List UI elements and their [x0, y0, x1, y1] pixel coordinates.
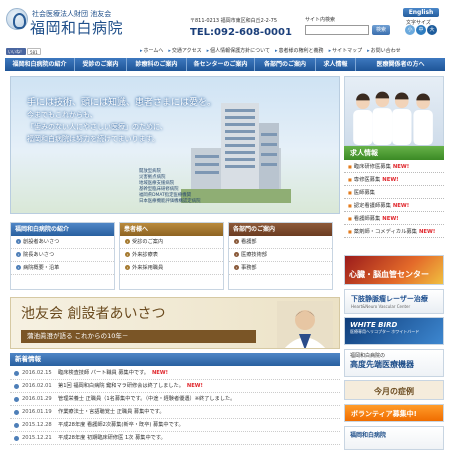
patients-box-title[interactable]: 患者様へ — [120, 223, 223, 236]
founder-title: 池友会 創設者あいさつ — [21, 306, 166, 322]
top-links: ホームへ交通アクセス個人情報保護方針について患者様の権利と義務サイトマップお問い… — [140, 47, 406, 54]
intro-box: 福岡和白病院の紹介 創設者あいさつ 院長あいさつ 病院概要・沿革 — [10, 222, 115, 290]
link-hospital-overview[interactable]: 病院概要・沿革 — [11, 262, 114, 275]
search-label: サイト内検索 — [305, 17, 336, 23]
nav-departments[interactable]: 診療科のご案内 — [127, 58, 187, 71]
recruit-item-doctor[interactable]: 医師募集 — [344, 186, 444, 199]
recruit-list: 臨床研修医募集NEW! 専修医募集NEW! 医師募集 認定看護師募集NEW! 看… — [344, 160, 444, 238]
nurses-photo — [344, 76, 444, 146]
nav-recruit[interactable]: 求人情報 — [316, 58, 356, 71]
recruit-item-pharmacist[interactable]: 薬剤師・コメディカル募集NEW! — [344, 225, 444, 238]
link-director-greeting[interactable]: 院長あいさつ — [11, 249, 114, 262]
news-list: 2016.02.15 臨床検査技師 パート職員 募集中です。 NEW! 2016.0… — [10, 367, 340, 445]
recruit-item-resident[interactable]: 臨床研修医募集NEW! — [344, 160, 444, 173]
hero-banner: 手には技術、頭には知識、患者さまには愛を。 今までもこれからも、 「歯みのない人… — [10, 76, 340, 214]
global-nav: 福岡和白病院の紹介 受診のご案内 診療科のご案内 各センターのご案内 各部門のご… — [5, 58, 445, 71]
news-item[interactable]: 2016.01.29 管理栄養士 正職員（1名募集中です。（中途・経験者優遇）※終… — [10, 393, 340, 406]
news-item[interactable]: 2016.01.19 作業療法士・言語聴覚士 正職員 募集中です。 — [10, 406, 340, 419]
news-item[interactable]: 2016.02.15 臨床検査技師 パート職員 募集中です。 NEW! — [10, 367, 340, 380]
search-button[interactable]: 検索 — [372, 25, 390, 35]
nav-hospital-intro[interactable]: 福岡和白病院の紹介 — [5, 58, 75, 71]
founder-subtitle: 蒲池眞澄が語る これからの10年－ — [21, 330, 256, 343]
news-item[interactable]: 2016.02.01 第1回 福岡和白病院 鍵和マラ研修会は終了しました。 NEW! — [10, 380, 340, 393]
font-size-medium-button[interactable]: 中 — [416, 25, 426, 35]
volunteer-banner[interactable]: ボランティア募集中! — [344, 404, 444, 422]
nav-medical-professionals[interactable]: 医療関係者の方へ — [356, 58, 445, 71]
toplink-access[interactable]: 交通アクセス — [168, 48, 201, 54]
nav-centers[interactable]: 各センターのご案内 — [187, 58, 255, 71]
link-founder-greeting[interactable]: 創設者あいさつ — [11, 236, 114, 249]
recruit-item-nurse[interactable]: 看護師募集NEW! — [344, 212, 444, 225]
sections-box: 各部門のご案内 看護部 医療技術部 事務部 — [228, 222, 333, 290]
link-consultation-guide[interactable]: 受診のご案内 — [120, 236, 223, 249]
medical-equipment-banner[interactable]: 福岡和白病院の 高度先端医療機器 — [344, 349, 444, 377]
sections-box-title[interactable]: 各部門のご案内 — [229, 223, 332, 236]
search-input[interactable] — [305, 25, 369, 35]
white-bird-banner[interactable]: WHITE BIRD 医療専用ヘリコプター ホワイトバード — [344, 317, 444, 345]
monthly-cases-banner[interactable]: 今月の症例 — [344, 380, 444, 400]
english-button[interactable]: English — [403, 8, 439, 17]
hospital-certifications: 開放型病院 災害拠点病院 地域医療支援病院 基幹型臨床研修病院 福岡県DMAT指… — [139, 169, 200, 205]
recruit-item-specialist[interactable]: 専修医募集NEW! — [344, 173, 444, 186]
heart-center-banner[interactable]: 心臓・脳血管センター — [344, 255, 444, 285]
toplink-privacy[interactable]: 個人情報保護方針について — [207, 48, 270, 54]
news-heading: 新着情報 — [10, 353, 340, 366]
toplink-home[interactable]: ホームへ — [140, 48, 163, 54]
facebook-like[interactable]: いいね！ 581 — [6, 48, 44, 55]
recruit-item-certified-nurse[interactable]: 認定看護師募集NEW! — [344, 199, 444, 212]
intro-box-title[interactable]: 福岡和白病院の紹介 — [11, 223, 114, 236]
recruit-heading: 求人情報 — [344, 146, 444, 160]
nav-consultation[interactable]: 受診のご案内 — [75, 58, 127, 71]
founder-photo — [277, 301, 333, 348]
hospital-logo-icon[interactable] — [6, 8, 28, 30]
founder-banner[interactable]: 池友会 創設者あいさつ 蒲池眞澄が語る これからの10年－ — [10, 297, 340, 349]
link-outpatient-staff[interactable]: 外来採用職員 — [120, 262, 223, 275]
link-medical-technology[interactable]: 医療技術部 — [229, 249, 332, 262]
facebook-like-count: 581 — [27, 48, 41, 55]
phone-number: TEL:092-608-0001 — [190, 27, 292, 38]
link-administration[interactable]: 事務部 — [229, 262, 332, 275]
toplink-contact[interactable]: お問い合わせ — [367, 48, 401, 54]
patients-box: 患者様へ 受診のご案内 外来診療表 外来採用職員 — [119, 222, 224, 290]
address: 〒811-0213 福岡市東区和白丘2-2-75 — [190, 18, 277, 24]
font-size-large-button[interactable]: 大 — [427, 25, 437, 35]
news-item[interactable]: 2015.12.21 平成28年度 初期臨床研修医 1次 募集中です。 — [10, 432, 340, 445]
toplink-sitemap[interactable]: サイトマップ — [329, 48, 363, 54]
nav-divisions[interactable]: 各部門のご案内 — [255, 58, 316, 71]
hospital-name[interactable]: 福岡和白病院 — [30, 17, 123, 38]
page: 社会医療法人財団 池友会 福岡和白病院 〒811-0213 福岡市東区和白丘2-… — [0, 0, 450, 450]
hospital-banner[interactable]: 福岡和白病院 — [344, 426, 444, 450]
font-size-small-button[interactable]: 小 — [405, 25, 415, 35]
link-outpatient-schedule[interactable]: 外来診療表 — [120, 249, 223, 262]
news-item[interactable]: 2015.12.28 平成28年度 看護師2次募集(新卒・既卒) 募集中です。 — [10, 419, 340, 432]
certification: 日本医療機能評価機構認定病院 — [139, 199, 201, 204]
varicose-vein-banner[interactable]: 下肢静脈瘤レーザー治療 Heart&Neuro Vascular Center — [344, 289, 444, 314]
link-nursing[interactable]: 看護部 — [229, 236, 332, 249]
facebook-like-button[interactable]: いいね！ — [6, 48, 26, 55]
toplink-rights[interactable]: 患者様の権利と義務 — [275, 48, 324, 54]
